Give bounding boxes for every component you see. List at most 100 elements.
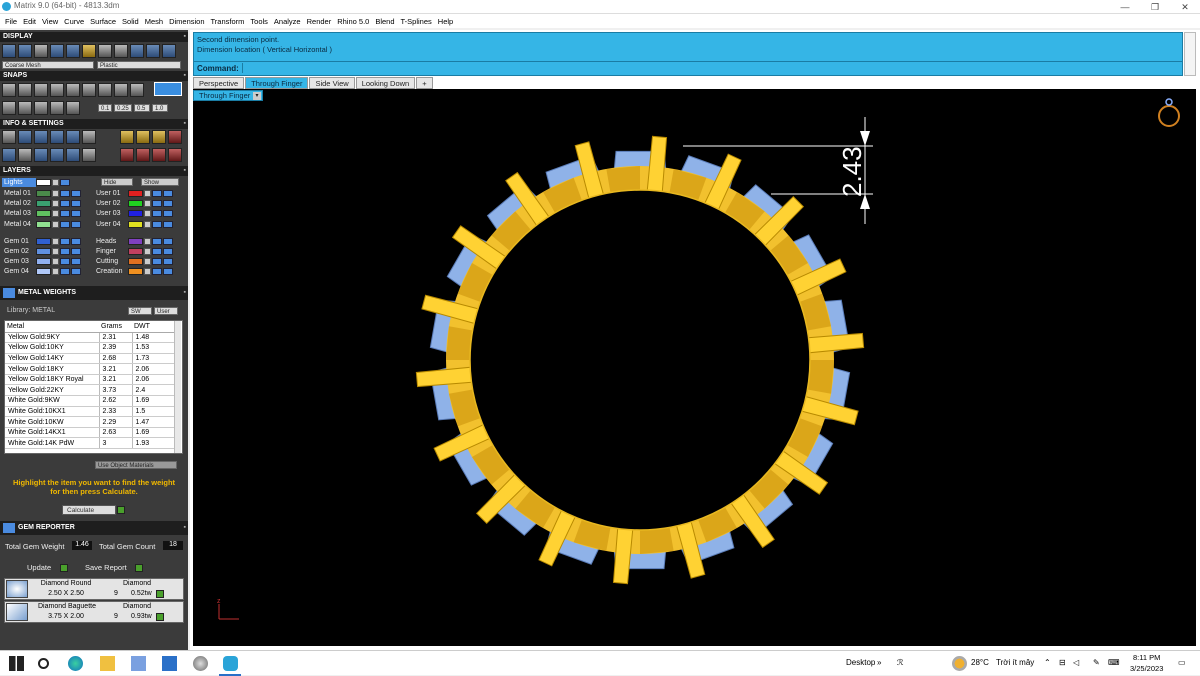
layer-lock-icon[interactable] <box>144 237 151 245</box>
calc-icon[interactable] <box>152 130 166 144</box>
layer-visible-icon[interactable] <box>60 237 70 245</box>
layer-lock-icon[interactable] <box>144 200 151 208</box>
layers-panel-header[interactable]: LAYERS ▪ <box>0 166 188 176</box>
snap-quad-icon[interactable] <box>130 83 144 97</box>
use-object-materials-toggle[interactable]: Use Object Materials <box>95 461 177 469</box>
layer-color-swatch[interactable] <box>36 258 51 266</box>
panel-collapse-icon[interactable]: ▪ <box>184 32 186 42</box>
chevron-icon[interactable]: » <box>877 658 881 667</box>
layer-select-icon[interactable] <box>163 237 173 245</box>
windows-start-icon[interactable] <box>9 656 24 671</box>
layer-select-icon[interactable] <box>163 210 173 218</box>
layer-row[interactable]: User 02 <box>94 199 173 208</box>
layer-lock-icon[interactable] <box>52 248 59 255</box>
menu-mesh[interactable]: Mesh <box>142 17 166 26</box>
tab-side-view[interactable]: Side View <box>309 77 355 89</box>
layer-visible-icon[interactable] <box>152 237 162 245</box>
layer-visible-icon[interactable] <box>152 190 162 197</box>
panel-collapse-icon[interactable]: ▪ <box>184 119 186 129</box>
metal-weights-header[interactable]: METAL WEIGHTS ▪ <box>0 286 188 300</box>
menu-render[interactable]: Render <box>304 17 335 26</box>
folder-icon[interactable] <box>66 130 80 144</box>
layer-visible-icon[interactable] <box>60 190 70 197</box>
shade-icon[interactable] <box>2 44 16 58</box>
record-icon[interactable] <box>66 101 80 115</box>
keyboard-icon[interactable]: ⌨ <box>1108 658 1120 667</box>
notification-icon[interactable]: ▭ <box>1178 658 1186 667</box>
layer-lock-icon[interactable] <box>144 220 151 228</box>
viewport[interactable]: Through Finger ▾ 2.43 z <box>193 89 1196 646</box>
layer-visible-icon[interactable] <box>60 179 70 186</box>
show-button[interactable]: Show <box>141 178 179 186</box>
gem-row[interactable]: Diamond Baguette 3.75 X 2.00 Diamond 9 0… <box>4 601 184 623</box>
menu-solid[interactable]: Solid <box>119 17 142 26</box>
save-report-go-icon[interactable] <box>135 564 143 572</box>
network-icon[interactable]: ⊟ <box>1059 658 1066 667</box>
menu-tsplines[interactable]: T-Splines <box>398 17 435 26</box>
layer-visible-icon[interactable] <box>152 248 162 255</box>
layer-select-icon[interactable] <box>71 220 81 228</box>
layer-visible-icon[interactable] <box>60 200 70 208</box>
maximize-button[interactable]: ❐ <box>1140 1 1170 13</box>
pen-icon[interactable]: ℛ <box>897 658 903 667</box>
table-row[interactable]: White Gold:14KX1 2.63 1.69 <box>5 427 177 439</box>
table-row[interactable]: Yellow Gold:9KY 2.31 1.48 <box>5 332 177 344</box>
table-row[interactable]: White Gold:14K PdW 3 1.93 <box>5 437 177 450</box>
close-button[interactable]: ✕ <box>1170 1 1200 13</box>
layer-color-swatch[interactable] <box>36 220 51 228</box>
layer-select-icon[interactable] <box>163 220 173 228</box>
hide-button[interactable]: Hide <box>101 178 133 186</box>
planar-icon[interactable] <box>34 101 48 115</box>
layer-color-swatch[interactable] <box>36 190 51 197</box>
layer-select-icon[interactable] <box>71 200 81 208</box>
tool-c-icon[interactable] <box>152 148 166 162</box>
layer-select-icon[interactable] <box>163 258 173 266</box>
snap-near-icon[interactable] <box>18 83 32 97</box>
tool-b-icon[interactable] <box>136 148 150 162</box>
layer-lock-icon[interactable] <box>144 248 151 255</box>
tray-up-icon[interactable]: ⌃ <box>1044 658 1051 667</box>
wire-icon[interactable] <box>18 44 32 58</box>
box-icon[interactable] <box>50 130 64 144</box>
layer-select-icon[interactable] <box>163 268 173 276</box>
layer-color-swatch[interactable] <box>128 210 143 218</box>
layer-row[interactable]: Metal 02 <box>2 199 81 208</box>
filter-icon[interactable] <box>66 148 80 162</box>
material-select[interactable]: Plastic <box>97 61 181 69</box>
rhino-icon[interactable] <box>193 656 208 671</box>
layer-visible-icon[interactable] <box>152 200 162 208</box>
paint-icon[interactable] <box>82 130 96 144</box>
menu-surface[interactable]: Surface <box>87 17 119 26</box>
layer-color-swatch[interactable] <box>36 268 51 276</box>
settings-icon[interactable] <box>2 130 16 144</box>
layer-lock-icon[interactable] <box>52 268 59 276</box>
add-tab-button[interactable]: + <box>416 77 433 89</box>
report-icon[interactable] <box>168 130 182 144</box>
command-input[interactable] <box>242 63 1180 73</box>
table-row[interactable]: Yellow Gold:10KY 2.39 1.53 <box>5 342 177 354</box>
menu-blend[interactable]: Blend <box>372 17 397 26</box>
layer-select-icon[interactable] <box>163 248 173 255</box>
panel-collapse-icon[interactable]: ▪ <box>184 166 186 176</box>
layer-visible-icon[interactable] <box>152 210 162 218</box>
layer-lock-icon[interactable] <box>52 200 59 208</box>
grid-icon[interactable] <box>34 130 48 144</box>
layer-color-swatch[interactable] <box>36 200 51 208</box>
sphere-xray-icon[interactable] <box>162 44 176 58</box>
mail-icon[interactable] <box>162 656 177 671</box>
layer-color-swatch[interactable] <box>128 237 143 245</box>
gem-row[interactable]: Diamond Round 2.50 X 2.50 Diamond 9 0.52… <box>4 578 184 600</box>
layer-color-swatch[interactable] <box>128 200 143 208</box>
sphere-blue-icon[interactable] <box>50 44 64 58</box>
minimize-button[interactable]: — <box>1110 1 1140 13</box>
snap-int-icon[interactable] <box>82 83 96 97</box>
layer-visible-icon[interactable] <box>60 220 70 228</box>
layer-select-icon[interactable] <box>71 237 81 245</box>
menu-view[interactable]: View <box>39 17 61 26</box>
layer-lights-row[interactable]: Lights <box>2 178 70 187</box>
snap-tan-icon[interactable] <box>114 83 128 97</box>
column-dwt[interactable]: DWT <box>132 321 177 333</box>
layer-color-swatch[interactable] <box>36 248 51 255</box>
tab-through-finger[interactable]: Through Finger <box>245 77 309 89</box>
snaps-panel-header[interactable]: SNAPS ▪ <box>0 71 188 81</box>
